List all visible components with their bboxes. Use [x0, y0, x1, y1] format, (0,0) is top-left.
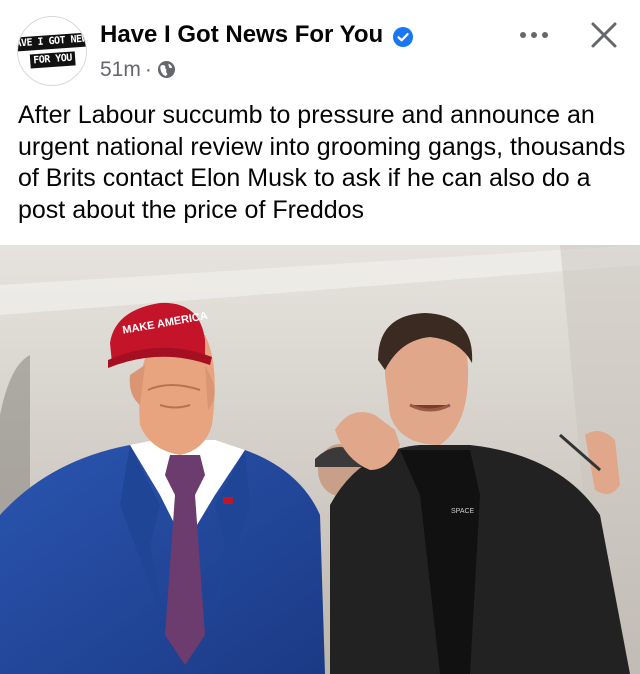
page-name-link[interactable]: Have I Got News For You: [100, 21, 383, 49]
close-icon[interactable]: [587, 18, 621, 52]
meta-separator: ·: [144, 58, 152, 81]
globe-icon[interactable]: [157, 60, 176, 79]
post-photo[interactable]: MAKE AMERICA SPACE: [0, 245, 640, 674]
page-logo: HAVE I GOT NEWS FOR YOU: [18, 31, 86, 70]
post-header: HAVE I GOT NEWS FOR YOU Have I Got News …: [0, 0, 640, 95]
more-options-icon[interactable]: [517, 22, 551, 48]
post-text: After Labour succumb to pressure and ann…: [18, 101, 626, 224]
post-timestamp[interactable]: 51m: [100, 58, 141, 81]
post-meta: 51m ·: [100, 58, 156, 82]
page-avatar[interactable]: HAVE I GOT NEWS FOR YOU: [17, 16, 87, 86]
logo-text-line1: HAVE I GOT NEWS: [18, 31, 86, 53]
verified-badge-icon: [393, 27, 413, 47]
shirt-text: SPACE: [451, 508, 475, 515]
photo-illustration: MAKE AMERICA SPACE: [0, 245, 640, 674]
logo-text-line2: FOR YOU: [29, 51, 76, 69]
